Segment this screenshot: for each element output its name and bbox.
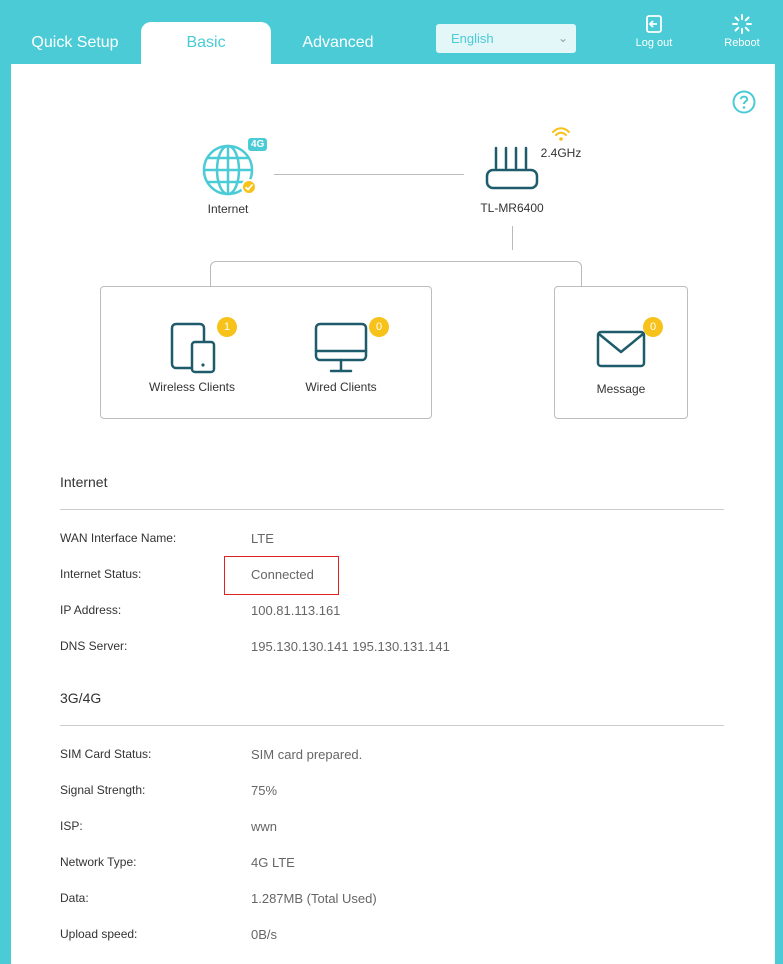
tab-quick-setup[interactable]: Quick Setup (15, 22, 135, 64)
info-row: Signal Strength: 75% (60, 783, 724, 803)
wifi-icon (551, 126, 571, 142)
4g-tag: 4G (248, 138, 268, 151)
reboot-icon (732, 14, 752, 34)
info-row: Internet Status: Connected (60, 567, 724, 587)
info-value: SIM card prepared. (251, 747, 363, 762)
wired-clients-count: 0 (369, 317, 389, 337)
info-row: ISP: wwn (60, 819, 724, 839)
monitor-icon (314, 322, 368, 373)
main-panel: 4G Internet 2.4GHz TL-MR6400 Wireless Cl… (11, 64, 775, 964)
info-key: Network Type: (60, 855, 137, 869)
info-key: WAN Interface Name: (60, 531, 177, 545)
info-row: Data: 1.287MB (Total Used) (60, 891, 724, 911)
info-value: 4G LTE (251, 855, 295, 870)
divider (60, 509, 724, 510)
info-key: Signal Strength: (60, 783, 146, 797)
info-value: 100.81.113.161 (251, 603, 341, 618)
top-nav-bar: Quick Setup Basic Advanced English ⌄ Log… (0, 0, 783, 64)
wireless-clients-label: Wireless Clients (148, 380, 235, 394)
tree-vertical-line (512, 226, 513, 250)
message-count: 0 (643, 317, 663, 337)
message-node[interactable]: Message (573, 330, 669, 396)
info-key: IP Address: (60, 603, 122, 617)
internet-node[interactable] (200, 142, 260, 202)
connected-check-icon (241, 179, 257, 195)
internet-section-title: Internet (60, 474, 108, 490)
info-key: SIM Card Status: (60, 747, 152, 761)
info-row: Network Type: 4G LTE (60, 855, 724, 875)
info-row: SIM Card Status: SIM card prepared. (60, 747, 724, 767)
info-key: Upload speed: (60, 927, 138, 941)
info-value: 195.130.130.141 195.130.131.141 (251, 639, 450, 654)
info-value: 1.287MB (Total Used) (251, 891, 377, 906)
envelope-icon (596, 330, 646, 368)
wireless-clients-count: 1 (217, 317, 237, 337)
band-label: 2.4GHz (540, 146, 582, 160)
info-row: WAN Interface Name: LTE (60, 531, 724, 551)
wired-clients-label: Wired Clients (305, 380, 377, 394)
divider (60, 725, 724, 726)
info-value: LTE (251, 531, 274, 546)
logout-label: Log out (635, 37, 673, 49)
link-line (274, 174, 464, 175)
language-select[interactable]: English ⌄ (436, 24, 576, 53)
info-row: Upload speed: 0B/s (60, 927, 724, 947)
router-icon (485, 146, 539, 190)
info-row: DNS Server: 195.130.130.141 195.130.131.… (60, 639, 724, 659)
info-key: Internet Status: (60, 567, 142, 581)
info-value: wwn (251, 819, 278, 834)
reboot-label: Reboot (724, 37, 760, 49)
router-name: TL-MR6400 (480, 201, 544, 215)
message-label: Message (596, 382, 646, 396)
logout-icon (646, 15, 662, 33)
logout-button[interactable]: Log out (624, 14, 684, 49)
help-button[interactable] (732, 90, 756, 114)
status-highlight-box (224, 556, 339, 595)
router-node[interactable] (484, 146, 540, 192)
internet-label: Internet (207, 202, 249, 216)
info-key: DNS Server: (60, 639, 128, 653)
info-row: IP Address: 100.81.113.161 (60, 603, 724, 623)
tab-advanced[interactable]: Advanced (276, 22, 400, 64)
reboot-button[interactable]: Reboot (712, 14, 772, 49)
info-key: Data: (60, 891, 89, 905)
info-value: 0B/s (251, 927, 278, 942)
tab-basic[interactable]: Basic (141, 22, 271, 64)
language-selected-value: English (451, 31, 494, 46)
tablet-phone-icon (170, 322, 216, 374)
info-key: ISP: (60, 819, 83, 833)
lte-section-title: 3G/4G (60, 690, 102, 706)
tree-branch-line (210, 261, 582, 286)
question-icon (732, 90, 756, 114)
chevron-down-icon: ⌄ (557, 31, 568, 45)
info-value: 75% (251, 783, 278, 798)
